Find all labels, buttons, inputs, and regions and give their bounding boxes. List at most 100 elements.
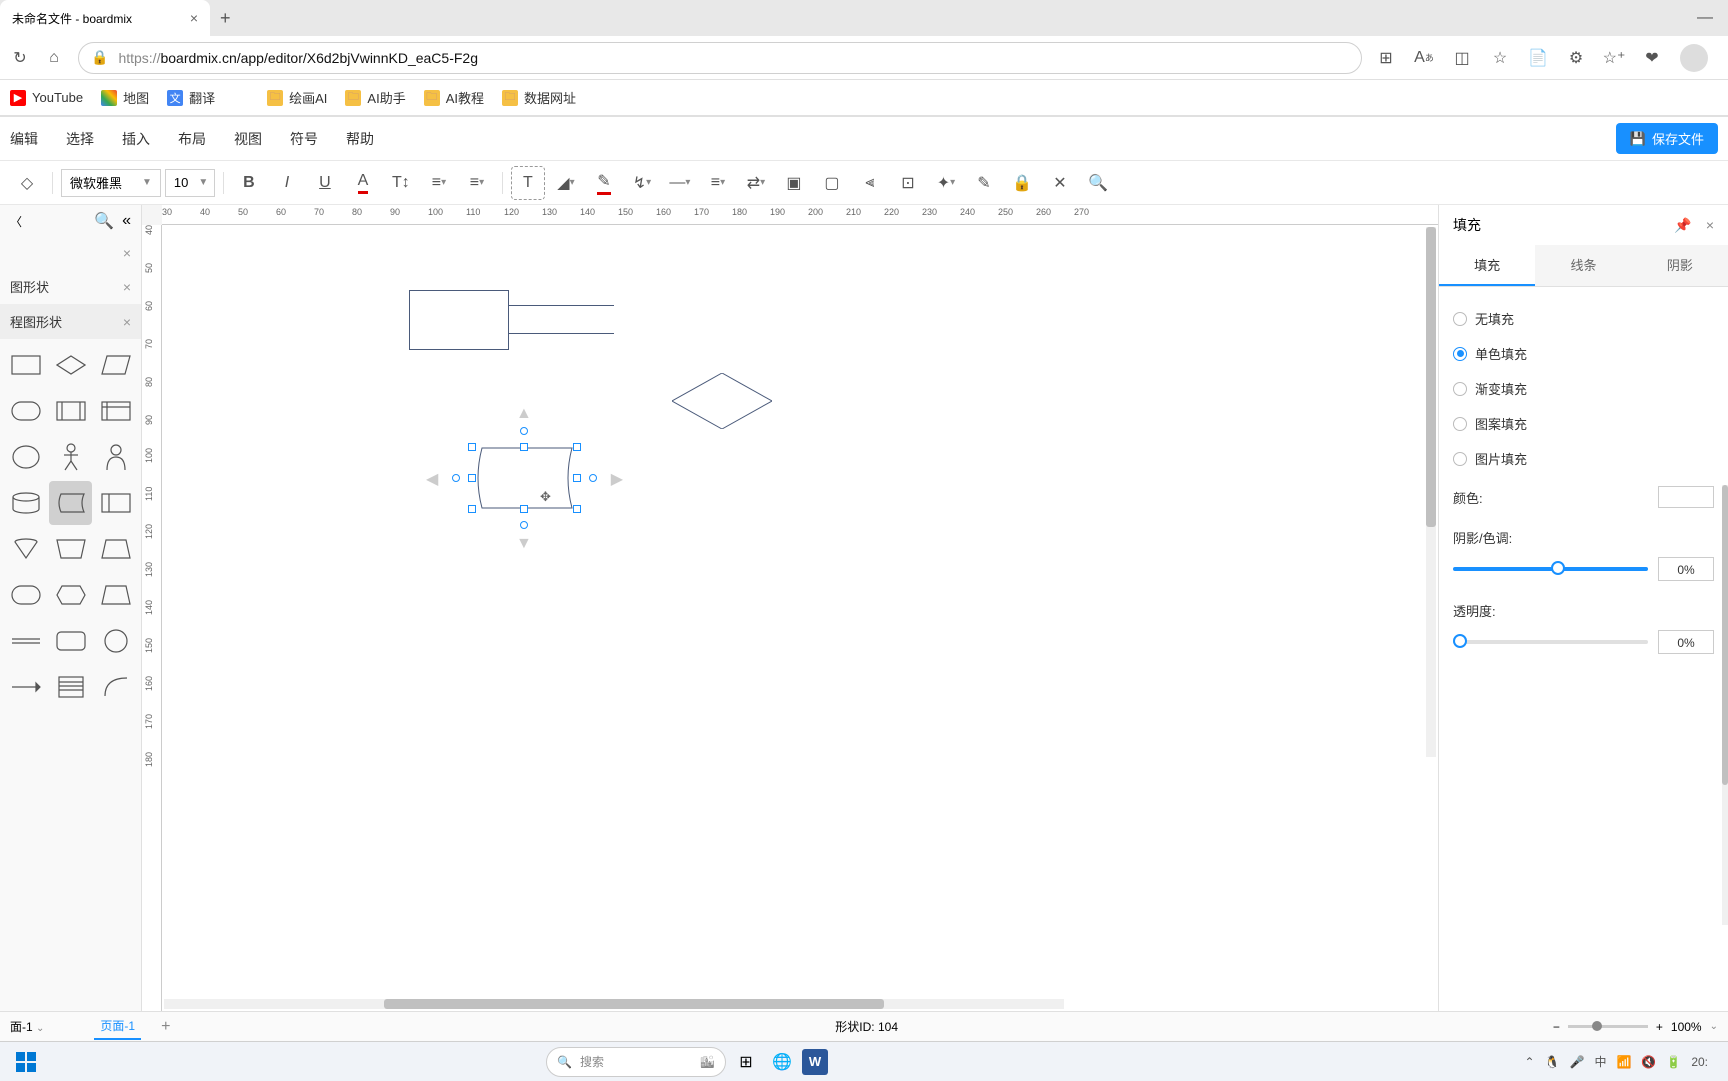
shape-cone[interactable] [4, 527, 47, 571]
start-button[interactable] [10, 1047, 42, 1077]
send-back-icon[interactable]: ▢ [815, 166, 849, 200]
fill-color-icon[interactable]: ◢▾ [549, 166, 583, 200]
lock-icon[interactable]: 🔒 [1005, 166, 1039, 200]
shape-card[interactable] [94, 481, 137, 525]
bring-front-icon[interactable]: ▣ [777, 166, 811, 200]
menu-insert[interactable]: 插入 [122, 129, 150, 149]
collections-icon[interactable]: ☆⁺ [1604, 48, 1624, 68]
opacity-value[interactable]: 0% [1658, 630, 1714, 654]
shape-stadium[interactable] [4, 573, 47, 617]
profile-icon[interactable] [1680, 44, 1708, 72]
line-style-icon[interactable]: —▾ [663, 166, 697, 200]
arrow-style-icon[interactable]: ⇄▾ [739, 166, 773, 200]
favorite-icon[interactable]: ☆ [1490, 48, 1510, 68]
panel-section-blank[interactable]: × [0, 237, 141, 269]
taskbar-search[interactable]: 🔍 搜索 🏙 [546, 1047, 726, 1077]
bookmark-data-sites[interactable]: 🗀数据网址 [502, 88, 576, 107]
horizontal-scrollbar[interactable] [164, 999, 1064, 1009]
italic-icon[interactable]: I [270, 166, 304, 200]
menu-layout[interactable]: 布局 [178, 129, 206, 149]
ai-icon[interactable]: ✦▾ [929, 166, 963, 200]
minimize-icon[interactable]: — [1682, 0, 1728, 36]
bookmark-translate[interactable]: 文翻译 [167, 88, 215, 107]
underline-icon[interactable]: U [308, 166, 342, 200]
shape-trapezoid3[interactable] [94, 573, 137, 617]
panel-section-shapes[interactable]: 图形状× [0, 269, 141, 304]
tray-wifi-icon[interactable]: 📶 [1616, 1055, 1631, 1069]
bookmark-ai-assistant[interactable]: 🗀AI助手 [345, 88, 405, 107]
arrow-up-icon[interactable]: ▲ [516, 405, 532, 423]
puzzle-icon[interactable]: ⚙ [1566, 48, 1586, 68]
word-icon[interactable]: W [802, 1049, 828, 1075]
edge-icon[interactable]: 🌐 [766, 1047, 798, 1077]
shape-arc[interactable] [94, 665, 137, 709]
extension-icon[interactable]: ⊞ [1376, 48, 1396, 68]
shape-trapezoid2[interactable] [94, 527, 137, 571]
new-tab-button[interactable]: + [210, 8, 241, 29]
tray-time[interactable]: 20: [1691, 1055, 1708, 1069]
line-color-icon[interactable]: ✎ [587, 166, 621, 200]
heart-icon[interactable]: ❤ [1642, 48, 1662, 68]
canvas-shape-line[interactable] [509, 305, 614, 306]
search-icon[interactable]: 🔍 [94, 211, 114, 231]
canvas-shape-rectangle[interactable] [409, 290, 509, 350]
arrow-left-icon[interactable]: ◀ [426, 469, 438, 489]
fill-image-radio[interactable]: 图片填充 [1453, 441, 1714, 476]
page-tab[interactable]: 页面-1 [94, 1013, 141, 1040]
group-icon[interactable]: ⊡ [891, 166, 925, 200]
close-icon[interactable]: × [123, 314, 131, 330]
align-icon[interactable]: ≡▾ [422, 166, 456, 200]
fill-none-radio[interactable]: 无填充 [1453, 301, 1714, 336]
tray-ime-icon[interactable]: 中 [1594, 1053, 1606, 1070]
refresh-icon[interactable]: ↻ [10, 48, 30, 68]
shape-rounded-rect[interactable] [49, 619, 92, 663]
tray-battery-icon[interactable]: 🔋 [1666, 1055, 1681, 1069]
close-icon[interactable]: × [123, 245, 131, 261]
shape-rounded[interactable] [4, 389, 47, 433]
shape-rectangle[interactable] [4, 343, 47, 387]
line-weight-icon[interactable]: ≡▾ [701, 166, 735, 200]
text-direction-icon[interactable]: T↕ [384, 166, 418, 200]
text-box-icon[interactable]: T [511, 166, 545, 200]
menu-help[interactable]: 帮助 [346, 129, 374, 149]
text-size-icon[interactable]: Aあ [1414, 48, 1434, 68]
zoom-level[interactable]: 100% [1671, 1020, 1702, 1034]
collapse-icon[interactable]: « [122, 212, 131, 230]
color-picker[interactable] [1658, 486, 1714, 508]
menu-view[interactable]: 视图 [234, 129, 262, 149]
tray-app-icon[interactable]: 🐧 [1545, 1055, 1560, 1069]
panel-section-flowchart[interactable]: 程图形状× [0, 304, 141, 339]
shape-person[interactable] [94, 435, 137, 479]
bold-icon[interactable]: B [232, 166, 266, 200]
tab-fill[interactable]: 填充 [1439, 245, 1535, 286]
search-icon[interactable]: 🔍 [1081, 166, 1115, 200]
tray-mic-icon[interactable]: 🎤 [1569, 1055, 1584, 1069]
shade-slider[interactable] [1453, 567, 1648, 571]
shape-diamond[interactable] [49, 343, 92, 387]
font-size-select[interactable]: 10▼ [165, 169, 215, 197]
tray-overflow-icon[interactable]: ⌃ [1524, 1055, 1534, 1069]
tab-shadow[interactable]: 阴影 [1632, 245, 1728, 286]
tray-volume-icon[interactable]: 🔇 [1641, 1055, 1656, 1069]
canvas-shape-line[interactable] [509, 333, 614, 334]
shape-circle2[interactable] [94, 619, 137, 663]
shape-parallelogram[interactable] [94, 343, 137, 387]
zoom-out-button[interactable]: − [1553, 1020, 1560, 1034]
bookmark-drawing-ai[interactable]: 🗀绘画AI [267, 88, 327, 107]
close-icon[interactable]: × [190, 10, 198, 26]
shape-actor[interactable] [49, 435, 92, 479]
bookmark-maps[interactable]: 地图 [101, 88, 149, 107]
edit-icon[interactable]: ✎ [967, 166, 1001, 200]
opacity-slider[interactable] [1453, 640, 1648, 644]
tab-line[interactable]: 线条 [1535, 245, 1631, 286]
pin-icon[interactable]: 📌 [1674, 217, 1691, 234]
canvas-shape-diamond[interactable] [672, 373, 772, 429]
split-icon[interactable]: ◫ [1452, 48, 1472, 68]
shape-trapezoid[interactable] [49, 527, 92, 571]
page-dropdown[interactable]: 面-1 ⌄ [10, 1018, 44, 1035]
shape-hexagon[interactable] [49, 573, 92, 617]
shape-double-line[interactable] [4, 619, 47, 663]
task-view-icon[interactable]: ⊞ [730, 1047, 762, 1077]
shape-arrow[interactable] [4, 665, 47, 709]
chevron-down-icon[interactable]: ⌄ [1710, 1021, 1718, 1032]
